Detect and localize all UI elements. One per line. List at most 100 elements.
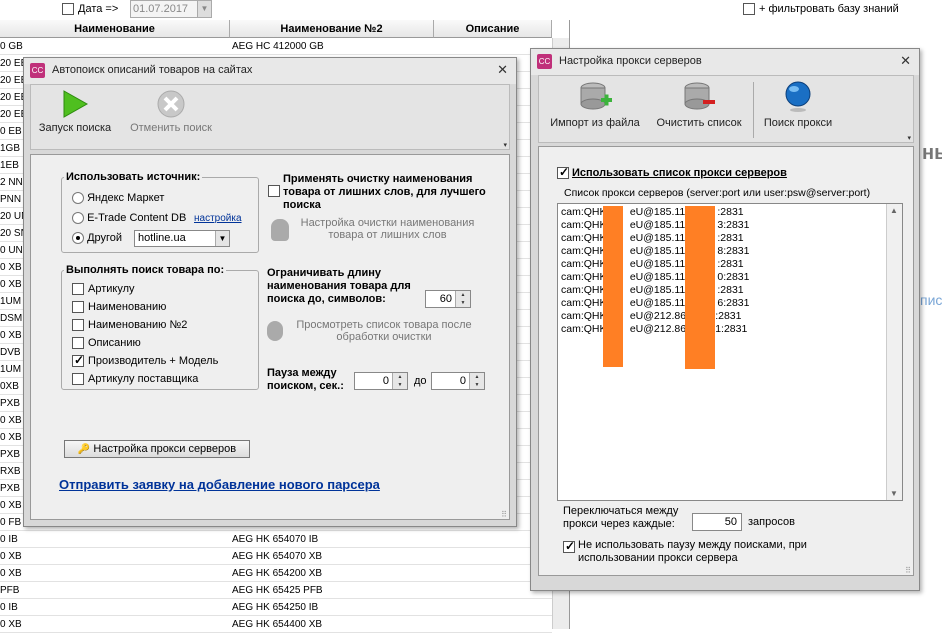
search-by-checkbox[interactable]	[72, 301, 84, 314]
side-link[interactable]: пис	[920, 292, 942, 308]
search-by-label: Производитель + Модель	[88, 355, 219, 367]
chevron-down-icon[interactable]: ▼	[215, 231, 229, 246]
table-row[interactable]: 0 IB AEG HK 654070 IB	[0, 531, 552, 548]
source-other-radio[interactable]: Другой	[72, 232, 122, 245]
search-by-checkbox[interactable]	[72, 373, 84, 386]
cell-name: 0 IB	[0, 534, 18, 545]
proxy-window: CC Настройка прокси серверов ✕ Импорт из…	[530, 48, 920, 591]
limit-spinner[interactable]: 60	[425, 290, 471, 308]
proxy-entry[interactable]: cam:QHK eU@212.86. 1:2831	[561, 323, 747, 335]
proxy-titlebar[interactable]: CC Настройка прокси серверов ✕	[531, 49, 919, 75]
cell-name: 0 XB	[0, 551, 22, 562]
cell-name: 0 IB	[0, 602, 18, 613]
close-icon[interactable]: ✕	[900, 49, 911, 73]
date-dropdown-icon[interactable]: ▼	[197, 1, 211, 17]
proxy-settings-button[interactable]: 🔑 Настройка прокси серверов	[64, 440, 250, 458]
proxy-settings-label: Настройка прокси серверов	[93, 443, 237, 455]
proxy-list-caption: Список прокси серверов (server:port или …	[564, 187, 871, 199]
proxy-entry[interactable]: cam:QHK eU@185.112 :2831	[561, 284, 744, 296]
cleanup-label: Применять очистку наименования товара от…	[283, 173, 486, 211]
use-proxy-label: Использовать список прокси серверов	[572, 167, 787, 179]
cell-name2: AEG HC 412000 GB	[232, 41, 324, 52]
resize-grip[interactable]: ⠿	[501, 510, 507, 519]
kb-filter-checkbox[interactable]	[743, 3, 755, 16]
toolbar-overflow-icon[interactable]: ▾	[503, 141, 507, 149]
search-by-checkbox[interactable]	[72, 353, 84, 368]
side-text: ны	[922, 142, 942, 164]
table-row[interactable]: 0 XB AEG HK 654070 XB	[0, 548, 552, 565]
search-by-option[interactable]: Производитель + Модель	[72, 353, 219, 368]
cleanup-settings-button[interactable]: Настройка очистки наименования товара от…	[271, 217, 481, 247]
proxy-list-scrollbar[interactable]	[886, 204, 902, 500]
search-by-group-label: Выполнять поиск товара по:	[64, 264, 227, 276]
search-by-checkbox[interactable]	[72, 337, 84, 350]
column-header-description[interactable]: Описание	[434, 20, 552, 38]
proxy-entry[interactable]: cam:QHK eU@185.112 :2831	[561, 258, 744, 270]
column-header-name[interactable]: Наименование	[0, 20, 230, 38]
source-settings-link[interactable]: настройка	[194, 213, 242, 224]
proxy-entry[interactable]: cam:QHK eU@185.112 :2831	[561, 206, 744, 218]
source-etrade-radio[interactable]: E-Trade Content DB	[72, 212, 186, 225]
search-by-label: Артикулу поставщика	[88, 373, 199, 385]
autosearch-titlebar[interactable]: CC Автопоиск описаний товаров на сайтах …	[24, 58, 516, 84]
search-by-option[interactable]: Артикулу	[72, 283, 135, 296]
cell-name2: AEG HK 654200 XB	[232, 568, 323, 579]
clear-list-button[interactable]: Очистить список	[649, 80, 749, 129]
source-yandex-radio[interactable]: Яндекс Маркет	[72, 192, 164, 205]
cancel-search-label: Отменить поиск	[130, 122, 212, 134]
source-other-select[interactable]: hotline.ua ▼	[134, 230, 230, 247]
key-icon: 🔑	[77, 444, 91, 455]
limit-value: 60	[439, 293, 452, 305]
date-picker[interactable]: 01.07.2017 ▼	[130, 0, 212, 18]
proxy-entry[interactable]: cam:QHK eU@185.112 8:2831	[561, 245, 749, 257]
search-by-option[interactable]: Артикулу поставщика	[72, 373, 199, 386]
clear-list-label: Очистить список	[656, 117, 742, 129]
cleanup-checkbox[interactable]	[268, 185, 280, 198]
switch-input[interactable]: 50	[692, 513, 742, 531]
toolbar-divider	[753, 82, 754, 138]
table-row[interactable]: 0 XB AEG HK 654200 XB	[0, 565, 552, 582]
request-parser-link[interactable]: Отправить заявку на добавление нового па…	[59, 477, 380, 492]
cell-name: 0 GB	[0, 41, 23, 52]
date-value: 01.07.2017	[133, 3, 189, 15]
table-row[interactable]: 0 XB AEG HK 654400 XB	[0, 616, 552, 633]
pause-from-spinner[interactable]: 0	[354, 372, 408, 390]
database-add-icon	[580, 82, 612, 110]
source-other-value: hotline.ua	[138, 232, 186, 244]
table-row[interactable]: 0 IB AEG HK 654250 IB	[0, 599, 552, 616]
table-row[interactable]: PFB AEG HK 65425 PFB	[0, 582, 552, 599]
autosearch-panel: Использовать источник: Яндекс Маркет E-T…	[30, 154, 510, 520]
pause-to-spinner[interactable]: 0	[431, 372, 485, 390]
proxy-entry[interactable]: cam:QHK eU@185.112 :2831	[561, 232, 744, 244]
search-by-option[interactable]: Наименованию	[72, 301, 166, 314]
table-row[interactable]: 0 GB AEG HC 412000 GB	[0, 38, 552, 55]
search-by-checkbox[interactable]	[72, 283, 84, 296]
search-by-option[interactable]: Описанию	[72, 337, 141, 350]
autosearch-toolbar: Запуск поиска Отменить поиск ▾	[30, 84, 510, 150]
proxy-entry[interactable]: cam:QHK eU@185.112 6:2831	[561, 297, 749, 309]
resize-grip[interactable]: ⠿	[905, 566, 911, 575]
search-by-label: Наименованию №2	[88, 319, 188, 331]
preview-list-button[interactable]: Просмотреть список товара после обработк…	[267, 319, 477, 349]
close-icon[interactable]: ✕	[497, 58, 508, 82]
search-proxy-button[interactable]: Поиск прокси	[757, 80, 839, 129]
search-by-checkbox[interactable]	[72, 319, 84, 332]
use-proxy-checkbox[interactable]	[557, 165, 569, 180]
import-file-button[interactable]: Импорт из файла	[545, 80, 645, 129]
cell-name2: AEG HK 65425 PFB	[232, 585, 323, 596]
cancel-search-button[interactable]: Отменить поиск	[123, 89, 219, 134]
cell-name2: AEG HK 654400 XB	[232, 619, 323, 630]
start-search-button[interactable]: Запуск поиска	[35, 89, 115, 134]
cell-name2: AEG HK 654070 IB	[232, 534, 319, 545]
toolbar-overflow-icon[interactable]: ▾	[907, 134, 911, 142]
column-header-name2[interactable]: Наименование №2	[230, 20, 434, 38]
switch-unit: запросов	[748, 516, 795, 528]
no-pause-checkbox[interactable]	[563, 539, 575, 554]
proxy-entry[interactable]: cam:QHK eU@185.112 3:2831	[561, 219, 749, 231]
proxy-entry[interactable]: cam:QHK eU@185.112 0:2831	[561, 271, 749, 283]
date-checkbox[interactable]	[62, 3, 74, 16]
pause-to-value: 0	[459, 375, 466, 387]
search-proxy-label: Поиск прокси	[763, 117, 833, 129]
app-icon: CC	[30, 63, 45, 78]
search-by-option[interactable]: Наименованию №2	[72, 319, 188, 332]
